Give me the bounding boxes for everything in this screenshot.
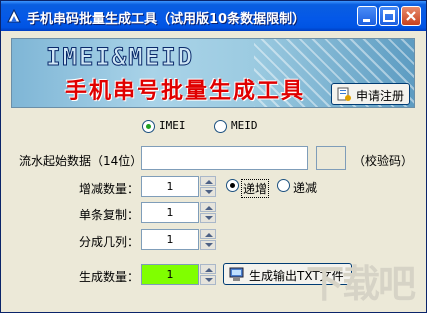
radio-increase-label: 递增 — [241, 179, 270, 198]
spin-down-button[interactable] — [200, 275, 216, 285]
watermark: 下载吧 — [306, 262, 416, 306]
start-data-input[interactable] — [141, 146, 308, 170]
register-icon — [337, 87, 351, 101]
maximize-button[interactable] — [379, 6, 399, 26]
title-bar[interactable]: 手机串码批量生成工具（试用版10条数据限制） — [1, 1, 426, 31]
spin-down-button[interactable] — [200, 240, 216, 250]
window-title: 手机串码批量生成工具（试用版10条数据限制） — [27, 12, 306, 27]
spin-up-button[interactable] — [200, 202, 216, 212]
arrow-up-icon — [205, 206, 213, 210]
copies-spinner[interactable] — [200, 202, 216, 223]
spin-up-button[interactable] — [200, 264, 216, 274]
minimize-button[interactable] — [357, 6, 377, 26]
count-input[interactable]: 1 — [141, 264, 199, 285]
arrow-up-icon — [205, 180, 213, 184]
copies-input[interactable]: 1 — [141, 202, 199, 223]
step-input[interactable]: 1 — [141, 176, 199, 197]
banner-title-en: IMEI&MEID — [45, 43, 195, 72]
radio-imei-label: IMEI — [159, 119, 186, 132]
arrow-up-icon — [205, 233, 213, 237]
radio-decrease[interactable] — [277, 179, 290, 192]
arrow-down-icon — [205, 190, 213, 194]
radio-selected-dot — [230, 183, 235, 188]
columns-input[interactable]: 1 — [141, 229, 199, 250]
computer-icon — [229, 267, 244, 281]
step-spinner[interactable] — [200, 176, 216, 197]
spin-down-button[interactable] — [200, 213, 216, 223]
arrow-down-icon — [205, 278, 213, 282]
type-radio-group: IMEI MEID — [126, 114, 281, 138]
count-label: 生成数量： — [79, 270, 140, 284]
check-code-label: （校验码） — [353, 154, 414, 168]
columns-label: 分成几列： — [79, 235, 140, 249]
arrow-up-icon — [205, 268, 213, 272]
check-code-field — [316, 146, 346, 170]
app-window: 手机串码批量生成工具（试用版10条数据限制） IMEI&MEID 手机串号批量生… — [0, 0, 427, 313]
radio-decrease-label: 递减 — [293, 181, 318, 195]
close-button[interactable] — [401, 6, 421, 26]
radio-increase[interactable] — [226, 179, 239, 192]
spin-up-button[interactable] — [200, 176, 216, 186]
arrow-down-icon — [205, 243, 213, 247]
banner-title-cn: 手机串号批量生成工具 — [65, 79, 306, 104]
minimize-icon — [363, 19, 370, 22]
copies-label: 单条复制： — [79, 208, 140, 222]
app-logo-icon — [7, 8, 21, 23]
maximize-icon — [383, 10, 395, 22]
close-icon — [406, 11, 416, 21]
spin-down-button[interactable] — [200, 187, 216, 197]
register-button[interactable]: 申请注册 — [331, 83, 410, 105]
radio-meid-label: MEID — [231, 119, 258, 132]
radio-selected-dot — [146, 124, 151, 129]
arrow-down-icon — [205, 216, 213, 220]
register-button-label: 申请注册 — [356, 89, 405, 103]
radio-meid[interactable] — [214, 120, 227, 133]
spin-up-button[interactable] — [200, 229, 216, 239]
columns-spinner[interactable] — [200, 229, 216, 250]
count-spinner[interactable] — [200, 264, 216, 285]
step-label: 增减数量： — [79, 182, 140, 196]
radio-imei[interactable] — [142, 120, 155, 133]
start-data-label: 流水起始数据（14位）: — [19, 154, 147, 168]
